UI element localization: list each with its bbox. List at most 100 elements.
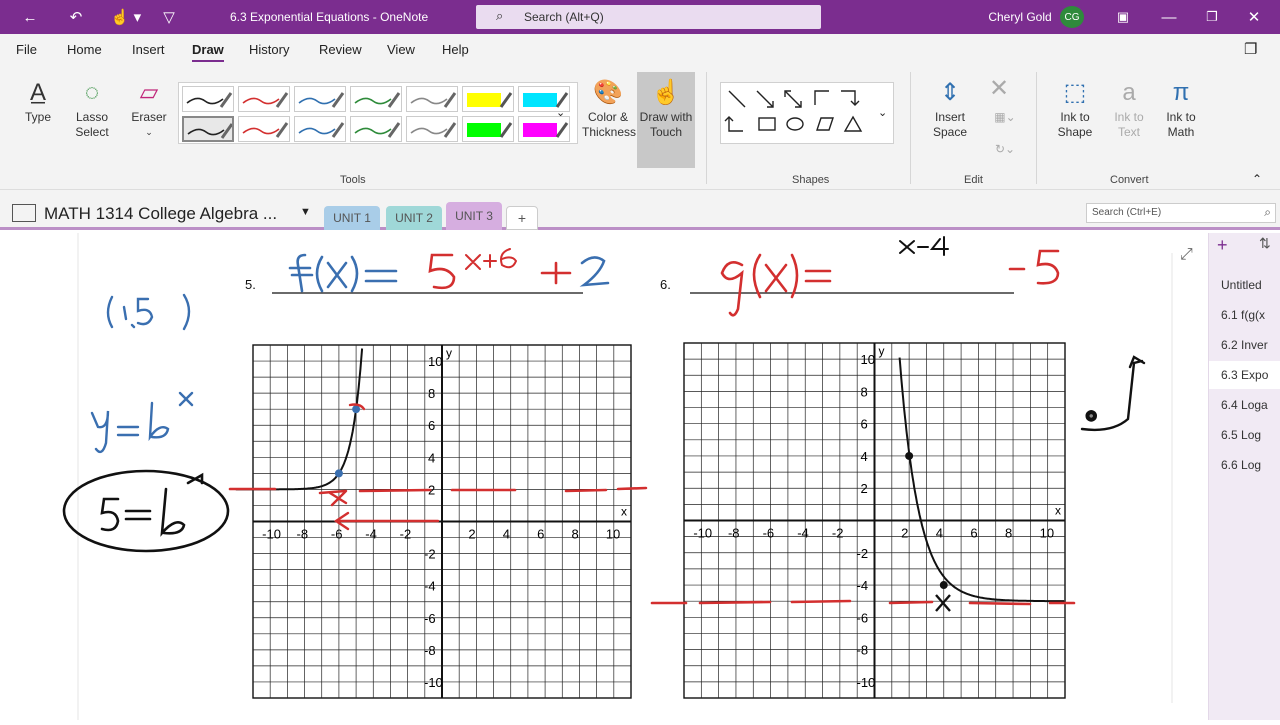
y-tick-label: 6 <box>428 418 435 433</box>
pen-swatch[interactable] <box>518 116 570 142</box>
page-item[interactable]: 6.6 Log <box>1209 451 1280 479</box>
pen-swatch[interactable] <box>294 86 346 112</box>
eraser-button[interactable]: ▱ Eraser ⌄ <box>126 76 172 140</box>
close-icon[interactable]: ✕ <box>1234 0 1274 34</box>
menu-home[interactable]: Home <box>67 42 102 57</box>
canvas-drawing: x y -10 -8 -6 -4 -2 2 4 6 8 10 10 8 6 4 2 -2 -4 -6 -8 -10 x y -… <box>62 233 1272 720</box>
ink-problem-6 <box>720 236 1060 317</box>
pen-swatch[interactable] <box>182 86 234 112</box>
page-item[interactable]: 6.1 f(g(x <box>1209 301 1280 329</box>
menu-insert[interactable]: Insert <box>132 42 165 57</box>
search-input[interactable]: ⌕ Search (Alt+Q) <box>476 5 821 29</box>
navigation-toggle-icon[interactable] <box>12 204 36 222</box>
tab-unit-3[interactable]: UNIT 3 <box>446 202 502 230</box>
y-tick-label: -10 <box>857 675 876 690</box>
pen-swatch[interactable] <box>238 86 290 112</box>
y-tick-label: -4 <box>424 579 436 594</box>
type-label: Type <box>24 110 51 124</box>
rectangle-shape-icon <box>758 117 776 131</box>
page-search-placeholder: Search (Ctrl+E) <box>1092 207 1162 218</box>
menu-help[interactable]: Help <box>442 42 469 57</box>
insert-space-button[interactable]: ⇕ Insert Space <box>924 76 976 140</box>
menu-view[interactable]: View <box>387 42 415 57</box>
ink-to-shape-button[interactable]: ⬚ Ink to Shape <box>1050 76 1100 140</box>
y-tick-label: 6 <box>861 417 868 432</box>
notebook-pane-icon[interactable]: ❐ <box>1244 40 1257 58</box>
page-item[interactable]: 6.5 Log <box>1209 421 1280 449</box>
rotate-button[interactable]: ↻⌄ <box>988 142 1022 157</box>
search-icon: ⌕ <box>496 8 504 23</box>
minimize-ribbon-icon[interactable]: ▣ <box>1100 0 1146 34</box>
palette-icon: 🎨 <box>593 79 623 106</box>
eraser-label: Eraser <box>131 110 167 124</box>
pen-swatch[interactable] <box>462 116 514 142</box>
shapes-svg <box>724 90 863 132</box>
notebook-dropdown-icon[interactable]: ▼ <box>300 206 311 218</box>
notebook-title[interactable]: MATH 1314 College Algebra ... <box>44 204 277 224</box>
x-tick-label: 6 <box>537 527 544 542</box>
pen-swatch[interactable] <box>294 116 346 142</box>
restore-icon[interactable]: ❐ <box>1192 0 1232 34</box>
y-tick-label: 2 <box>861 481 868 496</box>
lasso-select-button[interactable]: ◌ Lasso Select <box>68 76 116 140</box>
insert-space-icon: ⇕ <box>939 79 961 106</box>
convert-group-label: Convert <box>1110 174 1149 186</box>
customize-quick-access-icon[interactable]: ▽ <box>156 0 182 34</box>
page-canvas[interactable]: x y -10 -8 -6 -4 -2 2 4 6 8 10 10 8 6 4 2 -2 -4 -6 -8 -10 x y -… <box>0 233 1272 720</box>
pen-swatch[interactable] <box>462 86 514 112</box>
x-tick-label: 2 <box>901 526 908 541</box>
user-name[interactable]: Cheryl Gold <box>985 0 1055 34</box>
pen-swatch[interactable] <box>406 86 458 112</box>
pen-swatch[interactable] <box>406 116 458 142</box>
x-tick-label: -4 <box>797 526 809 541</box>
touch-mode-icon[interactable]: ☝ ▾ <box>106 0 146 34</box>
delete-button[interactable]: ✕ <box>986 72 1012 106</box>
type-button[interactable]: A̲ Type <box>18 76 58 125</box>
pen-swatch[interactable] <box>350 86 402 112</box>
eraser-dropdown-icon[interactable]: ⌄ <box>126 125 172 140</box>
sort-pages-icon[interactable]: ⇅ <box>1259 235 1271 252</box>
x-tick-label: -2 <box>400 527 412 542</box>
undo-icon[interactable]: ↶ <box>60 0 92 34</box>
tab-unit-2[interactable]: UNIT 2 <box>386 206 442 230</box>
add-section-button[interactable]: + <box>506 206 538 230</box>
menu-history[interactable]: History <box>249 42 289 57</box>
add-page-icon[interactable]: + <box>1217 235 1228 256</box>
pen-swatch[interactable] <box>350 116 402 142</box>
collapse-ribbon-icon[interactable]: ⌃ <box>1252 172 1262 186</box>
menu-review[interactable]: Review <box>319 42 362 57</box>
menu-file[interactable]: File <box>16 42 37 57</box>
y-tick-label: 4 <box>428 450 435 465</box>
page-item[interactable]: Untitled <box>1209 271 1280 299</box>
window-title: 6.3 Exponential Equations - OneNote <box>230 10 429 24</box>
divider <box>706 72 707 184</box>
pens-expand-icon[interactable]: ⌄ <box>556 106 565 119</box>
pen-swatch[interactable] <box>182 116 234 142</box>
page-item[interactable]: 6.4 Loga <box>1209 391 1280 419</box>
ink-to-text-button[interactable]: a Ink to Text <box>1106 76 1152 140</box>
ink-problem-5 <box>288 248 610 293</box>
color-thickness-button[interactable]: 🎨 Color & Thickness <box>582 76 636 140</box>
page-item[interactable]: 6.2 Inver <box>1209 331 1280 359</box>
draw-with-touch-button[interactable]: ☝ Draw with Touch <box>637 72 695 168</box>
back-icon[interactable]: ← <box>14 0 46 34</box>
avatar[interactable]: CG <box>1060 6 1084 28</box>
arrange-button[interactable]: ▦⌄ <box>988 110 1022 125</box>
x-tick-label: 6 <box>970 526 977 541</box>
page-item-active[interactable]: 6.3 Expo <box>1209 361 1280 389</box>
y-tick-label: -4 <box>857 578 869 593</box>
expand-page-icon[interactable]: ⤢ <box>1180 246 1193 263</box>
menu-draw[interactable]: Draw <box>192 42 224 62</box>
shapes-expand-icon[interactable]: ⌄ <box>878 106 887 119</box>
y-tick-label: -6 <box>424 611 436 626</box>
tab-unit-1[interactable]: UNIT 1 <box>324 206 380 230</box>
minimize-icon[interactable]: — <box>1146 0 1192 34</box>
search-icon: ⌕ <box>1264 205 1271 219</box>
y-tick-label: 8 <box>428 386 435 401</box>
graph-6-point <box>939 581 948 590</box>
shapes-gallery <box>720 82 894 144</box>
ink-to-math-button[interactable]: π Ink to Math <box>1158 76 1204 140</box>
pen-swatch[interactable] <box>238 116 290 142</box>
ink-text-icon: a <box>1122 79 1136 106</box>
page-search-input[interactable]: Search (Ctrl+E) ⌕ <box>1086 203 1276 223</box>
